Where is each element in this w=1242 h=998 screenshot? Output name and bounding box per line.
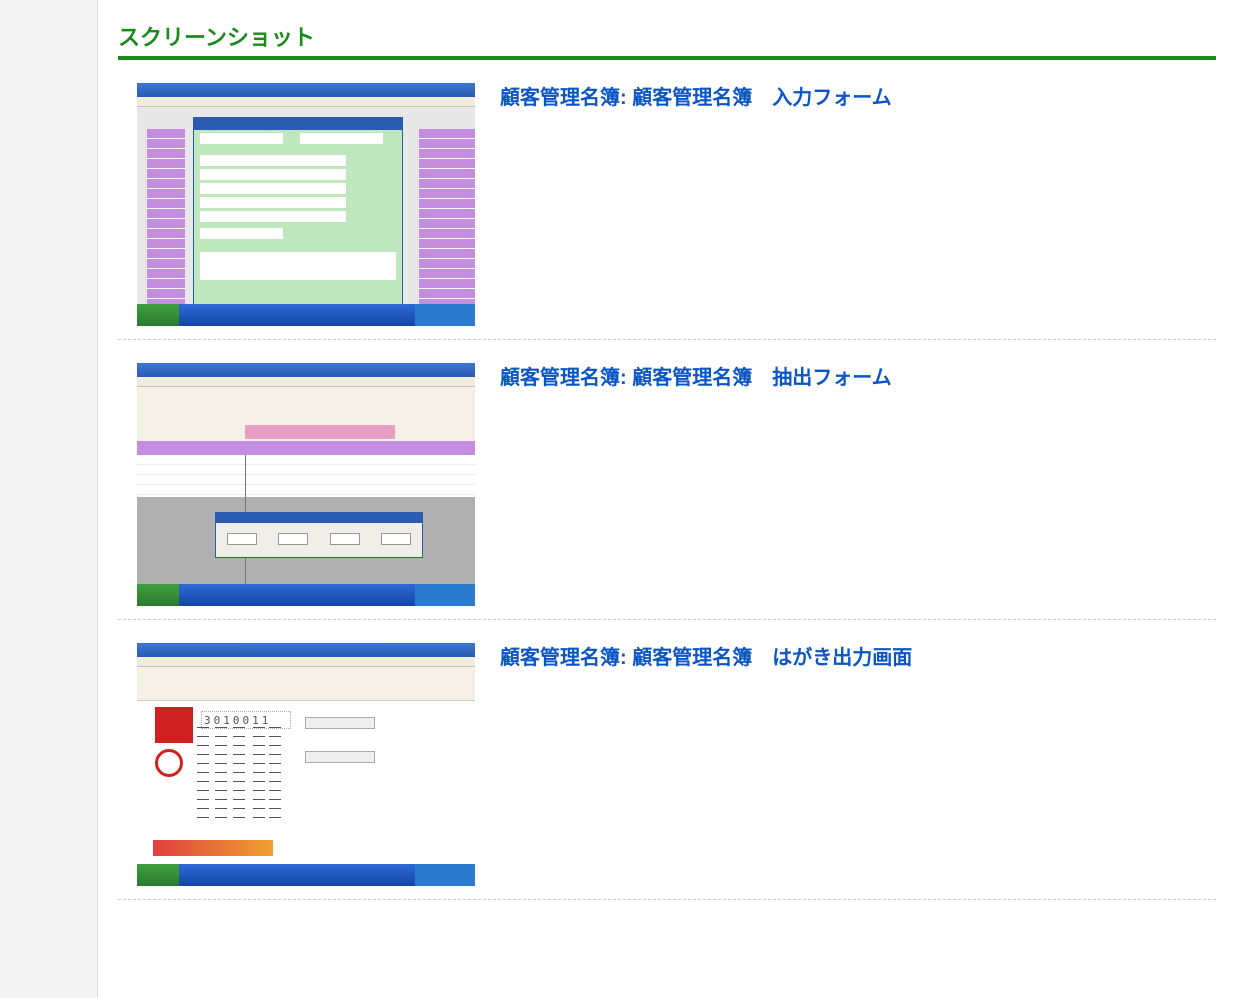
thumb-vertical-text: [197, 727, 209, 824]
thumb-system-tray: [415, 864, 475, 886]
thumb-form-field: [200, 211, 346, 222]
screenshot-thumbnail-1[interactable]: [136, 82, 476, 327]
thumb-body: [137, 107, 475, 304]
thumb-vertical-text: [233, 727, 245, 824]
thumb-body: 3010011: [137, 667, 475, 864]
thumb-side-button: [305, 717, 375, 729]
thumb-start-button: [137, 864, 179, 886]
thumb-side-buttons: [305, 711, 415, 785]
thumb-dialog-buttons: [216, 533, 422, 545]
thumb-seal-graphic: [155, 749, 183, 777]
window-toolbar: [137, 377, 475, 387]
thumb-dialog: [215, 512, 423, 558]
thumb-form-dialog: [193, 117, 403, 317]
thumb-form-field: [200, 197, 346, 208]
section-underline: [118, 56, 1216, 60]
thumb-dialog-button: [278, 533, 308, 545]
thumb-filter-box: [245, 425, 395, 439]
thumb-form-field: [300, 133, 383, 144]
window-titlebar: [137, 643, 475, 657]
window-toolbar: [137, 657, 475, 667]
thumb-grid-header: [137, 441, 475, 455]
screenshot-row: 3010011 顧客管理名簿: 顧客管理名簿 はがき出力画面: [118, 642, 1216, 900]
thumb-grid-rows: [137, 455, 475, 497]
screenshot-title-link-3[interactable]: 顧客管理名簿: 顧客管理名簿 はがき出力画面: [500, 642, 912, 672]
thumb-form-header: [194, 118, 402, 130]
thumb-side-button: [305, 751, 375, 763]
thumb-stamp-graphic: [155, 707, 193, 743]
section-heading: スクリーンショット: [118, 20, 1216, 56]
thumb-form-field: [200, 133, 283, 144]
screenshot-title-link-1[interactable]: 顧客管理名簿: 顧客管理名簿 入力フォーム: [500, 82, 892, 112]
thumb-form-field: [200, 155, 346, 166]
thumb-dialog-button: [330, 533, 360, 545]
thumb-start-button: [137, 304, 179, 326]
thumb-taskbar: [137, 864, 475, 886]
main-content: スクリーンショット: [118, 20, 1216, 922]
thumb-form-textarea: [200, 252, 396, 280]
screenshot-thumbnail-3[interactable]: 3010011: [136, 642, 476, 887]
thumb-taskbar: [137, 304, 475, 326]
thumb-menubar: [137, 667, 475, 701]
thumb-dialog-button: [227, 533, 257, 545]
thumb-form-field: [200, 228, 283, 239]
screenshot-row: 顧客管理名簿: 顧客管理名簿 抽出フォーム: [118, 362, 1216, 620]
thumb-vertical-text: [215, 727, 227, 824]
thumb-right-column: [419, 129, 475, 304]
thumb-left-column: [147, 129, 185, 304]
thumb-taskbar: [137, 584, 475, 606]
thumb-body: [137, 387, 475, 584]
thumb-start-button: [137, 584, 179, 606]
window-toolbar: [137, 97, 475, 107]
thumb-dialog-header: [216, 513, 422, 523]
window-titlebar: [137, 83, 475, 97]
thumb-vertical-text: [269, 727, 281, 824]
thumb-bottom-strip: [153, 840, 273, 856]
left-sidebar: [0, 0, 98, 998]
thumb-form-field: [200, 183, 346, 194]
thumb-vertical-text: [253, 727, 265, 824]
screenshot-row: 顧客管理名簿: 顧客管理名簿 入力フォーム: [118, 82, 1216, 340]
thumb-system-tray: [415, 304, 475, 326]
thumb-form-field: [200, 169, 346, 180]
screenshot-thumbnail-2[interactable]: [136, 362, 476, 607]
screenshot-title-link-2[interactable]: 顧客管理名簿: 顧客管理名簿 抽出フォーム: [500, 362, 892, 392]
window-titlebar: [137, 363, 475, 377]
thumb-dialog-button: [381, 533, 411, 545]
thumb-system-tray: [415, 584, 475, 606]
